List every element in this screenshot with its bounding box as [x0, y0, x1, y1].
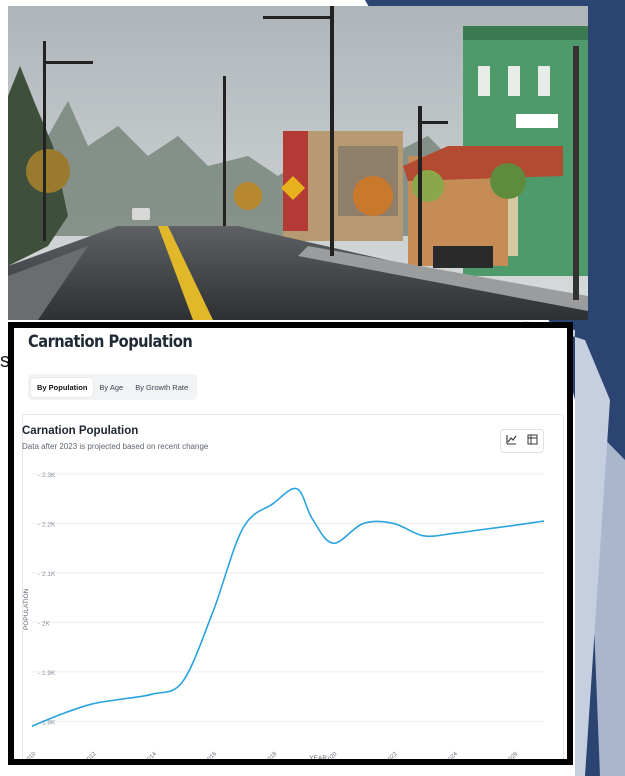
population-line-chart: - 1.8K- 1.9K- 2K- 2.1K- 2.2K- 2.3KPOPULA… — [23, 472, 567, 759]
x-tick-label: 2026 — [506, 751, 520, 759]
y-tick-label: - 2.1K — [38, 571, 56, 578]
x-tick-label: 2024 — [445, 751, 459, 759]
x-tick-label: 2014 — [144, 751, 158, 759]
x-tick-label: 2016 — [204, 751, 218, 759]
x-tick-label: 2010 — [24, 751, 38, 759]
y-tick-label: - 1.9K — [38, 670, 56, 677]
x-tick-label: 2028 — [566, 751, 567, 759]
x-tick-label: 2018 — [265, 751, 279, 759]
y-tick-label: - 2.3K — [38, 472, 56, 479]
population-chart-card: Carnation Population By Population By Ag… — [8, 322, 573, 765]
y-axis-label: POPULATION — [23, 588, 30, 630]
x-tick-label: 2022 — [385, 751, 399, 759]
population-series-line — [31, 487, 545, 727]
y-tick-label: - 2.2K — [38, 521, 56, 528]
x-tick-label: 2012 — [84, 751, 98, 759]
main-street-photo — [8, 6, 588, 320]
y-tick-label: - 2K — [38, 620, 51, 627]
x-tick-label: 2020 — [325, 751, 339, 759]
x-axis-label: YEAR — [309, 755, 327, 759]
